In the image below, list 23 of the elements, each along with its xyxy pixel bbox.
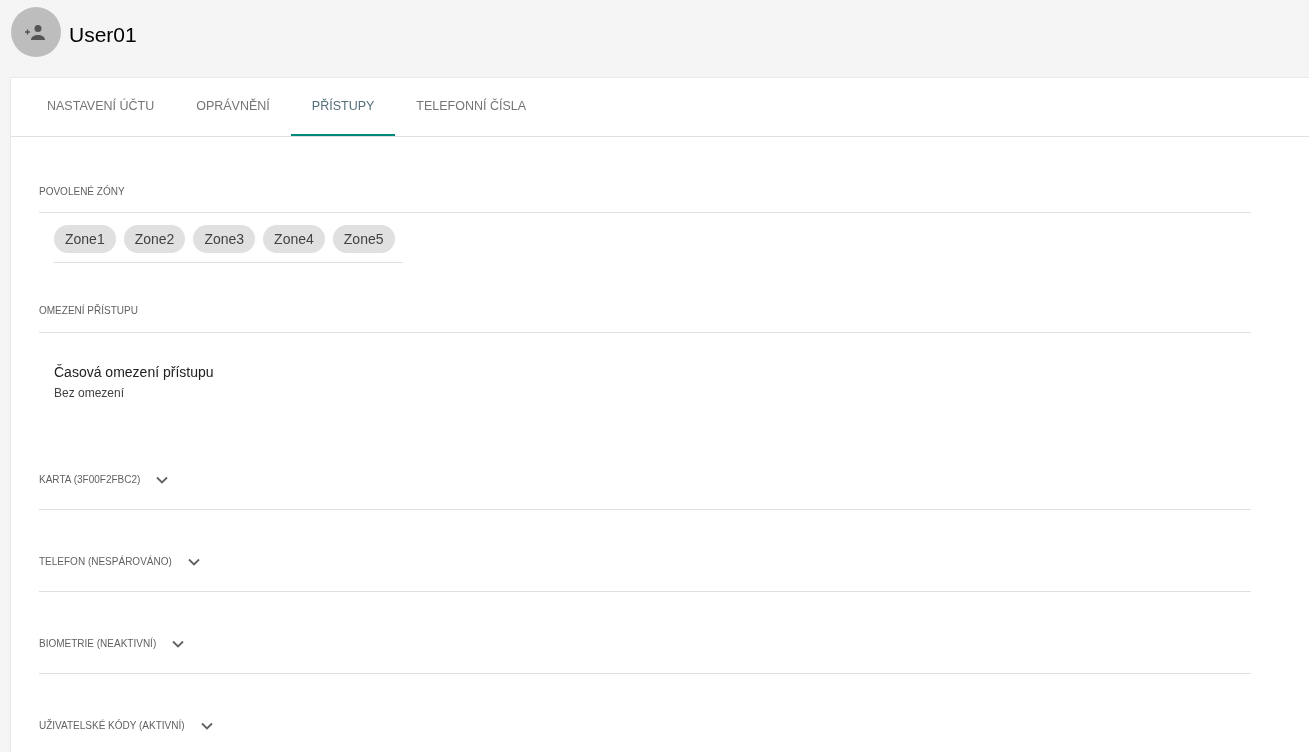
zone-chip: Zone5 xyxy=(332,225,395,253)
restriction-value: Bez omezení xyxy=(54,385,126,402)
chevron-down-icon xyxy=(187,557,200,566)
expandable-section-header[interactable]: BIOMETRIE (NEAKTIVNÍ) xyxy=(39,636,185,651)
expandable-section-header[interactable]: UŽIVATELSKÉ KÓDY (AKTIVNÍ) xyxy=(39,718,213,733)
tab[interactable]: TELEFONNÍ ČÍSLA xyxy=(395,78,548,136)
chevron-down-icon xyxy=(200,721,213,730)
user-name: User01 xyxy=(69,22,137,48)
chevron-down-icon xyxy=(172,639,185,648)
section-heading: POVOLENÉ ZÓNY xyxy=(39,186,125,197)
zone-chip: Zone1 xyxy=(54,225,116,253)
tab[interactable]: OPRÁVNĚNÍ xyxy=(175,78,291,136)
restriction-title: Časová omezení přístupu xyxy=(54,363,215,382)
add-person-icon xyxy=(24,24,48,40)
chevron-down-icon xyxy=(156,475,169,484)
zone-chip: Zone4 xyxy=(263,225,325,253)
tab[interactable]: PŘÍSTUPY xyxy=(290,78,396,136)
tab[interactable]: NASTAVENÍ ÚČTU xyxy=(26,78,176,136)
zone-chip: Zone2 xyxy=(123,225,186,253)
section-heading: OMEZENÍ PŘÍSTUPU xyxy=(39,305,138,316)
zone-chip: Zone3 xyxy=(193,225,256,253)
expandable-section-header[interactable]: TELEFON (NESPÁROVÁNO) xyxy=(39,554,200,569)
expandable-section-header[interactable]: KARTA (3F00F2FBC2) xyxy=(39,472,169,487)
